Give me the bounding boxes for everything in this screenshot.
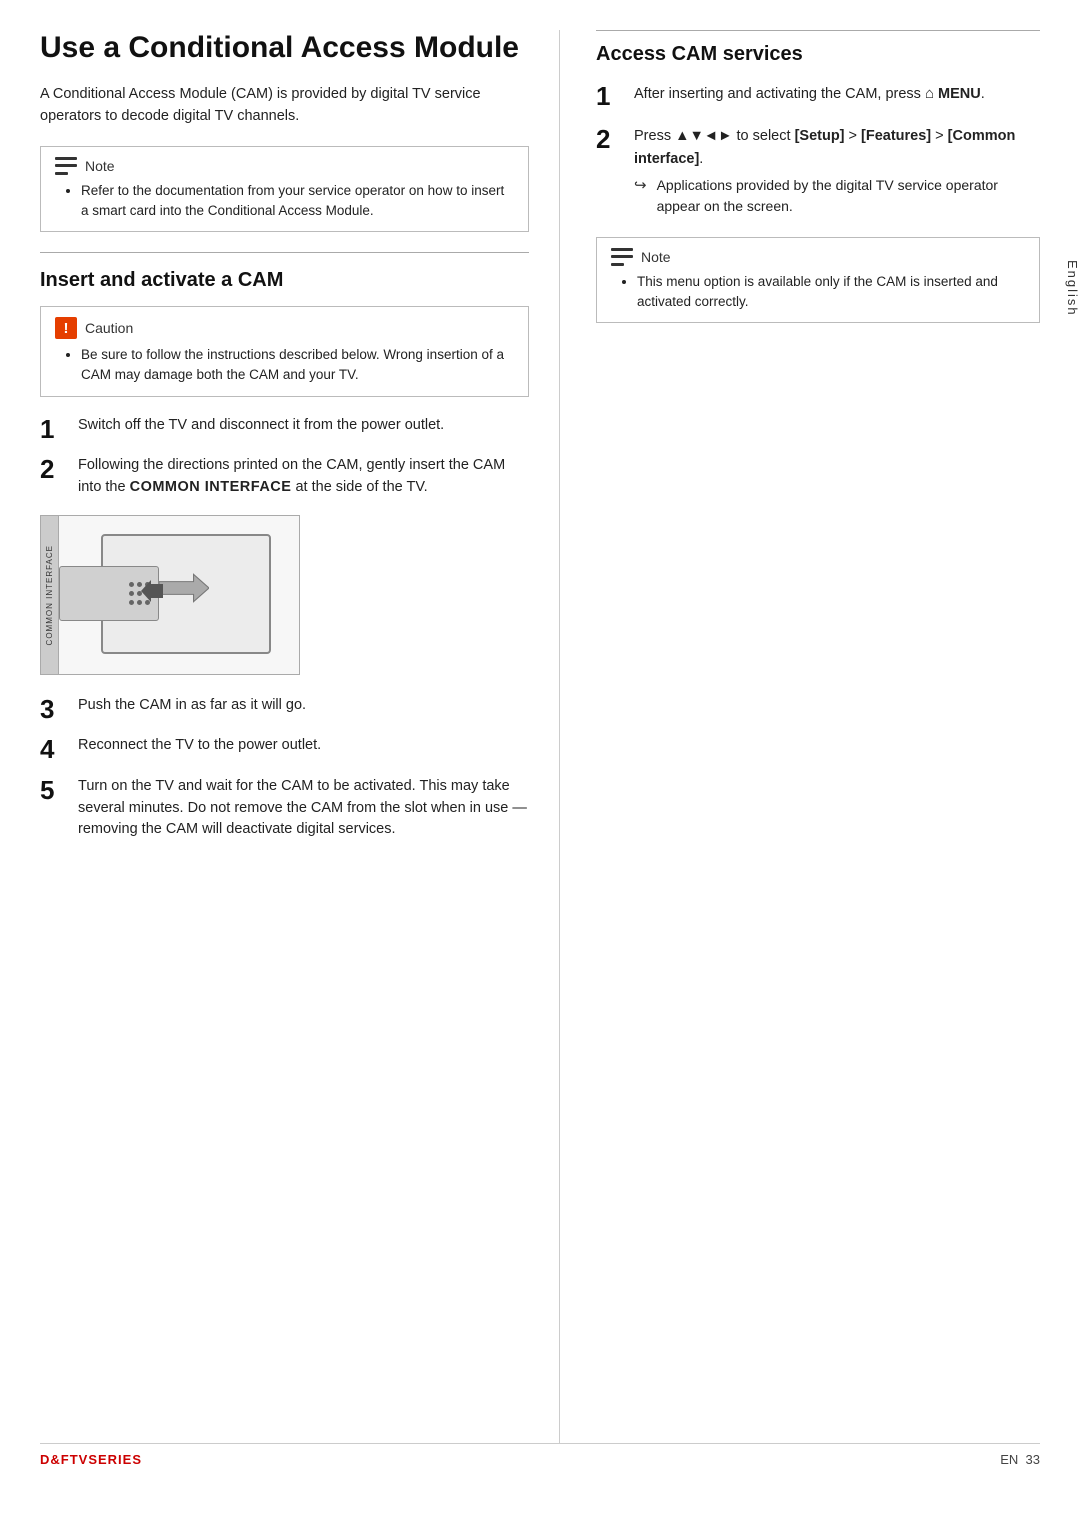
insert-step-4: 4 Reconnect the TV to the power outlet. <box>40 735 529 764</box>
footer-page-label: EN <box>1000 1452 1018 1467</box>
cam-dot <box>129 600 134 605</box>
footer-page-number: 33 <box>1026 1452 1040 1467</box>
note-header-1: Note <box>55 157 514 175</box>
cam-dot <box>129 591 134 596</box>
access-step-2-text: Press ▲▼◄► to select [Setup] > [Features… <box>634 128 1015 167</box>
section-divider-1 <box>40 252 529 253</box>
step-number-2: 2 <box>40 455 68 484</box>
step-number-1: 1 <box>40 415 68 444</box>
note-box-1: Note Refer to the documentation from you… <box>40 146 529 233</box>
insert-step-5: 5 Turn on the TV and wait for the CAM to… <box>40 776 529 841</box>
step-text-5: Turn on the TV and wait for the CAM to b… <box>78 776 529 841</box>
access-section-title: Access CAM services <box>596 30 1040 66</box>
note-label-2: Note <box>641 249 671 265</box>
cam-left-arrow <box>141 580 163 602</box>
note-icon-2 <box>611 248 633 266</box>
insert-arrow <box>159 574 209 602</box>
note-bullet-item-1: Refer to the documentation from your ser… <box>81 181 514 222</box>
note-bullet-item-2: This menu option is available only if th… <box>637 272 1025 313</box>
cam-dot <box>129 582 134 587</box>
caution-bullet-item-1: Be sure to follow the instructions descr… <box>81 345 514 386</box>
side-label-container: English <box>1050 160 1080 360</box>
caution-bullet-list: Be sure to follow the instructions descr… <box>55 345 514 386</box>
cam-diagram: COMMON INTERFACE <box>40 515 300 675</box>
main-title: Use a Conditional Access Module <box>40 30 529 66</box>
arrow-svg <box>159 573 209 603</box>
step-number-4: 4 <box>40 735 68 764</box>
note-bullet-list-2: This menu option is available only if th… <box>611 272 1025 313</box>
caution-box: ! Caution Be sure to follow the instruct… <box>40 306 529 397</box>
insert-step-3: 3 Push the CAM in as far as it will go. <box>40 695 529 724</box>
step-text-1: Switch off the TV and disconnect it from… <box>78 415 529 437</box>
note-bullet-list-1: Refer to the documentation from your ser… <box>55 181 514 222</box>
cam-arrow <box>141 580 163 606</box>
caution-label: Caution <box>85 320 133 336</box>
menu-bold: MENU <box>938 86 981 102</box>
access-step-number-2: 2 <box>596 125 624 154</box>
step-text-4: Reconnect the TV to the power outlet. <box>78 735 529 757</box>
access-steps: 1 After inserting and activating the CAM… <box>596 82 1040 217</box>
access-step-1-text: After inserting and activating the CAM, … <box>634 86 985 102</box>
access-step-2: 2 Press ▲▼◄► to select [Setup] > [Featur… <box>596 125 1040 217</box>
footer-bar: D&FTVSERIES EN 33 <box>40 1443 1040 1467</box>
step-text-2: Following the directions printed on the … <box>78 455 529 499</box>
insert-steps: 1 Switch off the TV and disconnect it fr… <box>40 415 529 499</box>
right-column: Access CAM services 1 After inserting an… <box>560 30 1040 1443</box>
footer-page: EN 33 <box>1000 1452 1040 1467</box>
note-icon-1 <box>55 157 77 175</box>
features-bold: [Features] <box>861 128 931 144</box>
side-language-label: English <box>1065 260 1080 317</box>
access-step-content-2: Press ▲▼◄► to select [Setup] > [Features… <box>634 125 1040 217</box>
footer-brand: D&FTVSERIES <box>40 1452 142 1467</box>
access-step-content-1: After inserting and activating the CAM, … <box>634 82 1040 106</box>
note-label-1: Note <box>85 158 115 174</box>
insert-step-1: 1 Switch off the TV and disconnect it fr… <box>40 415 529 444</box>
page: Use a Conditional Access Module A Condit… <box>0 0 1080 1527</box>
step-number-3: 3 <box>40 695 68 724</box>
common-interface-bold: COMMON INTERFACE <box>130 479 292 495</box>
access-step-1: 1 After inserting and activating the CAM… <box>596 82 1040 111</box>
note-header-2: Note <box>611 248 1025 266</box>
insert-step-2: 2 Following the directions printed on th… <box>40 455 529 499</box>
cam-diagram-inner: COMMON INTERFACE <box>41 516 299 674</box>
setup-bold: [Setup] <box>795 128 845 144</box>
caution-exclamation-icon: ! <box>55 317 77 339</box>
right-arrow-icon: ↪ <box>634 175 647 198</box>
access-step-number-1: 1 <box>596 82 624 111</box>
insert-steps-345: 3 Push the CAM in as far as it will go. … <box>40 695 529 841</box>
ci-label: COMMON INTERFACE <box>41 516 59 675</box>
home-icon: ⌂ <box>925 85 934 102</box>
left-column: Use a Conditional Access Module A Condit… <box>40 30 560 1443</box>
caution-header: ! Caution <box>55 317 514 339</box>
note-box-2: Note This menu option is available only … <box>596 237 1040 324</box>
sub-bullet-text-1: Applications provided by the digital TV … <box>657 175 1040 217</box>
insert-section-title: Insert and activate a CAM <box>40 269 529 292</box>
step-text-3: Push the CAM in as far as it will go. <box>78 695 529 717</box>
ci-text: COMMON INTERFACE <box>45 545 54 645</box>
step-number-5: 5 <box>40 776 68 805</box>
sub-bullet-1: ↪ Applications provided by the digital T… <box>634 175 1040 217</box>
intro-text: A Conditional Access Module (CAM) is pro… <box>40 84 529 128</box>
